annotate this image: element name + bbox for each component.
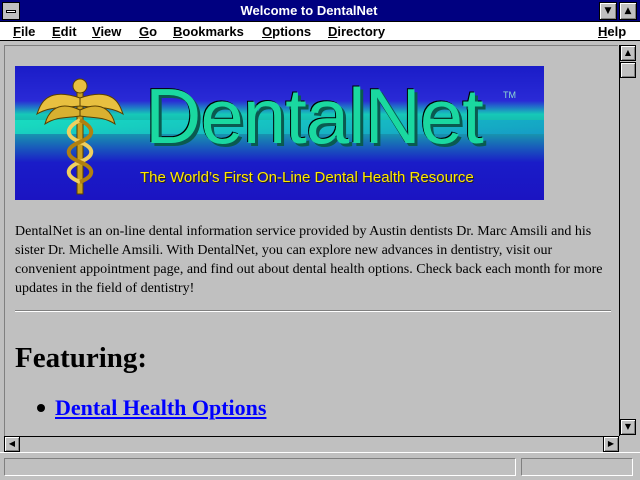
menu-directory-accel: D <box>328 24 338 39</box>
banner-tagline: The World’s First On-Line Dental Health … <box>140 169 474 186</box>
dental-health-options-link[interactable]: Dental Health Options <box>55 394 455 422</box>
featuring-heading: Featuring: <box>15 342 148 374</box>
scroll-down-button[interactable]: ▼ <box>620 419 636 435</box>
caduceus-icon <box>36 78 124 195</box>
status-message <box>4 458 516 476</box>
menu-go-accel: G <box>139 24 150 39</box>
system-menu-button[interactable] <box>2 2 20 20</box>
minimize-button[interactable]: ▼ <box>599 2 617 20</box>
menu-file-accel: F <box>13 24 21 39</box>
menu-directory[interactable]: Directory <box>328 23 385 40</box>
menu-go-label: o <box>149 24 158 39</box>
menu-bookmarks-label: ookmarks <box>182 24 244 39</box>
menu-help-label: elp <box>607 24 627 39</box>
menu-view-label: iew <box>100 24 122 39</box>
window-title: Welcome to DentalNet <box>240 3 378 18</box>
horizontal-scrollbar[interactable] <box>4 436 619 452</box>
menu-edit-label: dit <box>60 24 77 39</box>
menu-go[interactable]: Go <box>139 23 157 40</box>
menu-bookmarks[interactable]: Bookmarks <box>173 23 244 40</box>
horizontal-rule <box>15 310 611 312</box>
scroll-right-button[interactable]: ▶ <box>603 436 619 452</box>
menu-bookmarks-accel: B <box>173 24 183 39</box>
scrollbar-corner <box>619 436 636 452</box>
menu-help[interactable]: Help <box>598 23 626 40</box>
menu-edit-accel: E <box>52 24 61 39</box>
menu-help-accel: H <box>598 24 608 39</box>
maximize-button[interactable]: ▲ <box>619 2 637 20</box>
menu-edit[interactable]: Edit <box>52 23 77 40</box>
menu-options-accel: O <box>262 24 273 39</box>
progress-indicator <box>521 458 633 476</box>
list-bullet <box>37 404 45 412</box>
scroll-up-button[interactable]: ▲ <box>620 45 636 61</box>
menu-bar: File Edit View Go Bookmarks Options Dire… <box>0 22 640 41</box>
menu-file[interactable]: File <box>13 23 35 40</box>
system-menu-icon <box>6 10 16 13</box>
trademark-mark: TM <box>503 90 516 100</box>
brand-name: DentalNet <box>145 72 484 160</box>
vertical-scroll-thumb[interactable] <box>620 62 636 78</box>
menu-view[interactable]: View <box>92 23 121 40</box>
scroll-left-button[interactable]: ◀ <box>4 436 20 452</box>
intro-paragraph: DentalNet is an on-line dental informati… <box>15 224 603 296</box>
menu-options-label: ptions <box>272 24 312 39</box>
menu-directory-label: irectory <box>337 24 386 39</box>
menu-options[interactable]: Options <box>262 23 311 40</box>
dentalnet-banner: DentalNet TM The World’s First On-Line D… <box>15 66 544 200</box>
page-content[interactable]: DentalNet TM The World’s First On-Line D… <box>4 45 618 436</box>
menu-file-label: ile <box>20 24 36 39</box>
vertical-scrollbar[interactable] <box>619 45 636 436</box>
